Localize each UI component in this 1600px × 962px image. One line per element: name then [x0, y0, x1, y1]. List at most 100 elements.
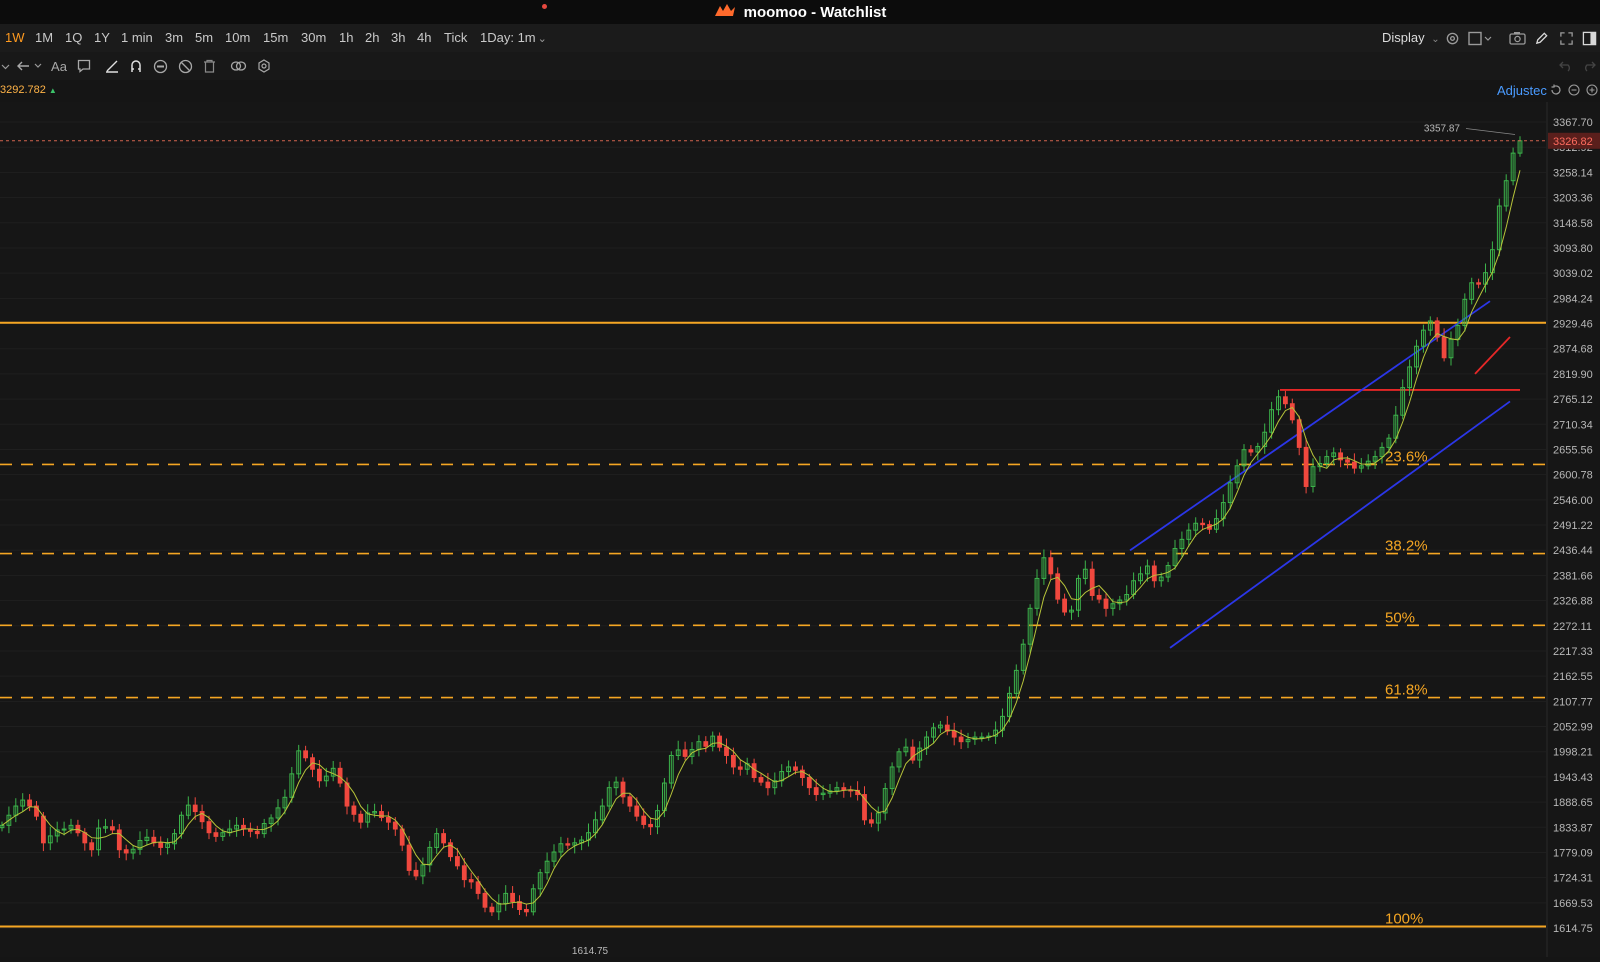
price-tick-label: 3039.02 — [1553, 268, 1593, 280]
tab-30m[interactable]: 30m — [301, 24, 326, 52]
candle-body — [565, 843, 571, 846]
display-dropdown[interactable]: Display ⌄ — [1382, 24, 1440, 52]
candle-body — [351, 805, 357, 815]
price-tick-label: 1998.21 — [1553, 747, 1593, 759]
tab-1min[interactable]: 1 min — [121, 24, 153, 52]
candle-body — [344, 782, 350, 807]
zoom-out-icon[interactable] — [1567, 83, 1581, 97]
zoom-in-icon[interactable] — [1585, 83, 1599, 97]
tab-1w[interactable]: 1W — [5, 24, 25, 52]
candle-body — [1476, 282, 1481, 285]
candle-body — [648, 823, 653, 828]
candle-body — [806, 777, 812, 789]
price-tick-label: 2600.78 — [1553, 470, 1593, 482]
price-tick-label: 2984.24 — [1553, 293, 1593, 305]
eye-off-icon[interactable] — [177, 58, 193, 74]
layout-icon[interactable] — [1468, 30, 1494, 46]
candle-body — [358, 813, 364, 823]
candle-body — [1200, 522, 1205, 526]
candle-body — [110, 826, 115, 831]
price-tick-label: 2107.77 — [1553, 696, 1593, 708]
candle-body — [979, 736, 985, 739]
candle-body — [158, 842, 164, 848]
candle-body — [1062, 598, 1067, 613]
candle-body — [468, 879, 474, 883]
last-price-value: 3292.782 — [0, 84, 46, 96]
settings-icon[interactable] — [256, 58, 272, 74]
tab-1q[interactable]: 1Q — [65, 24, 82, 52]
title-bar: moomoo - Watchlist — [0, 0, 1600, 24]
price-tick-label: 1779.09 — [1553, 847, 1593, 859]
redo-icon[interactable] — [1581, 58, 1597, 74]
candle-body — [634, 805, 640, 817]
candle-body — [703, 741, 709, 747]
candle-body — [61, 828, 67, 831]
candle-body — [27, 799, 32, 807]
magnet-icon[interactable] — [128, 58, 144, 74]
fullscreen-icon[interactable] — [1558, 30, 1574, 46]
candle-body — [337, 767, 343, 784]
notification-dot — [542, 4, 547, 9]
tab-5m[interactable]: 5m — [195, 24, 213, 52]
fib-level-label: 50% — [1385, 609, 1415, 626]
price-tick-label: 3148.58 — [1553, 218, 1593, 230]
link-icon[interactable] — [229, 58, 247, 74]
pen-icon[interactable] — [104, 58, 120, 74]
lock-icon[interactable] — [152, 58, 168, 74]
candle-body — [192, 804, 198, 813]
candle-body — [869, 819, 874, 824]
low-price-label: 1614.75 — [572, 946, 609, 957]
camera-icon[interactable] — [1508, 30, 1526, 46]
drawing-toolbar: Aa — [0, 52, 1600, 81]
tab-3h[interactable]: 3h — [391, 24, 405, 52]
candle-body — [386, 817, 391, 823]
trash-icon[interactable] — [201, 58, 217, 74]
price-tick-label: 2436.44 — [1553, 545, 1593, 557]
candle-body — [641, 815, 647, 825]
candle-body — [1303, 446, 1309, 487]
chevron-down-icon[interactable] — [0, 58, 10, 74]
fib-level-label: 38.2% — [1385, 538, 1428, 555]
tab-15m[interactable]: 15m — [263, 24, 288, 52]
candle-body — [1151, 565, 1157, 582]
tab-1m[interactable]: 1M — [35, 24, 53, 52]
candle-body — [461, 865, 467, 881]
fib-level-label: 61.8% — [1385, 682, 1428, 699]
price-tick-label: 2491.22 — [1553, 520, 1593, 532]
price-tick-label: 2217.33 — [1553, 646, 1593, 658]
session-selector[interactable]: 1Day: 1m — [480, 24, 547, 52]
candle-body — [765, 781, 771, 789]
candle-body — [206, 821, 212, 834]
panel-icon[interactable] — [1581, 30, 1597, 46]
tab-4h[interactable]: 4h — [417, 24, 431, 52]
candle-body — [1345, 459, 1350, 463]
reset-icon[interactable] — [1549, 83, 1563, 97]
candle-body — [682, 749, 688, 757]
tab-tick[interactable]: Tick — [444, 24, 467, 52]
tab-10m[interactable]: 10m — [225, 24, 250, 52]
tab-1h[interactable]: 1h — [339, 24, 353, 52]
tab-3m[interactable]: 3m — [165, 24, 183, 52]
undo-icon[interactable] — [1558, 58, 1574, 74]
comment-icon[interactable] — [76, 58, 92, 74]
price-chart[interactable]: 23.6%38.2%50%61.8%100% 3367.703312.92325… — [0, 102, 1600, 957]
candle-body — [1048, 557, 1054, 575]
edit-icon[interactable] — [1533, 30, 1549, 46]
tab-2h[interactable]: 2h — [365, 24, 379, 52]
tab-1y[interactable]: 1Y — [94, 24, 110, 52]
candle-body — [123, 849, 129, 854]
candle-body — [489, 906, 495, 913]
adjusted-toggle[interactable]: Adjustec — [1497, 83, 1547, 98]
candle-body — [116, 829, 122, 851]
gear-icon[interactable] — [1444, 30, 1460, 46]
candle-body — [82, 832, 88, 844]
price-tick-label: 1669.53 — [1553, 898, 1593, 910]
chart-area[interactable]: 23.6%38.2%50%61.8%100% 3367.703312.92325… — [0, 102, 1600, 957]
candle-body — [254, 830, 260, 835]
price-tick-label: 1724.31 — [1553, 873, 1593, 885]
price-tick-label: 3093.80 — [1553, 243, 1593, 255]
candle-body — [627, 796, 633, 807]
arrow-left-icon[interactable] — [15, 58, 45, 74]
text-icon[interactable]: Aa — [50, 58, 68, 74]
candle-body — [441, 833, 446, 844]
